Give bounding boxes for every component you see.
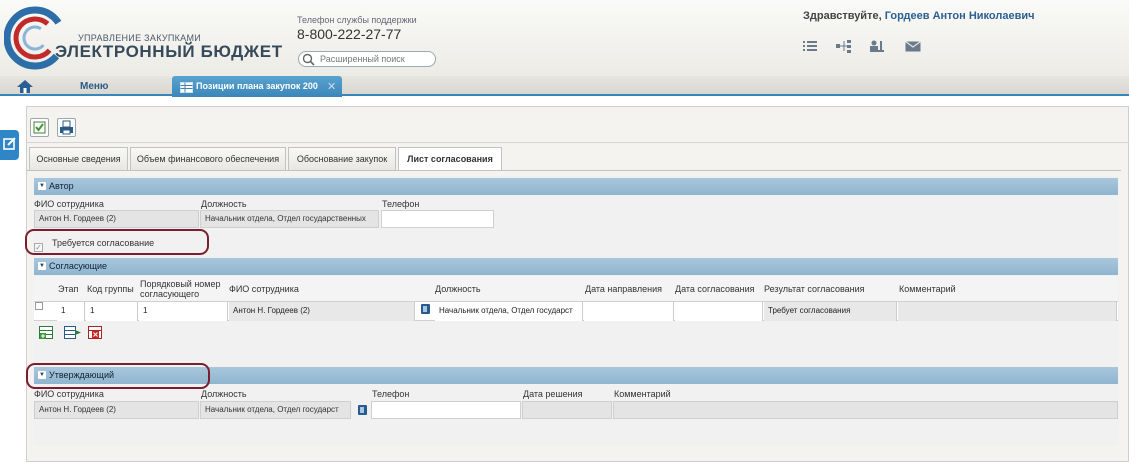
approver-decision-date-field[interactable] bbox=[522, 401, 612, 419]
approver-fio-label: ФИО сотрудника bbox=[34, 389, 104, 399]
tab-procurement-justification[interactable]: Обоснование закупок bbox=[288, 147, 396, 170]
cell-approved-date[interactable] bbox=[675, 302, 763, 321]
author-fio-label: ФИО сотрудника bbox=[34, 199, 104, 209]
author-section-header[interactable]: ▼ Автор bbox=[34, 178, 1118, 195]
col-comment: Комментарий bbox=[899, 284, 956, 294]
author-phone-field[interactable] bbox=[381, 210, 494, 228]
approver-comment-label: Комментарий bbox=[614, 389, 671, 399]
close-tab-icon[interactable]: ✕ bbox=[327, 80, 336, 93]
save-check-icon bbox=[33, 121, 46, 134]
print-icon bbox=[60, 120, 73, 135]
cell-order[interactable]: 1 bbox=[139, 302, 228, 321]
support-phone-number: 8-800-222-27-77 bbox=[297, 26, 402, 42]
approver-position-label: Должность bbox=[201, 389, 247, 399]
toolbar-divider bbox=[26, 142, 1129, 143]
col-fio: ФИО сотрудника bbox=[229, 284, 299, 294]
users-icon[interactable] bbox=[869, 40, 885, 52]
chevron-down-icon[interactable]: ▼ bbox=[38, 182, 46, 190]
search-icon[interactable] bbox=[302, 53, 315, 66]
document-tab-label: Позиции плана закупок 200 bbox=[196, 81, 318, 91]
cell-comment[interactable] bbox=[898, 302, 1117, 321]
author-position-field[interactable]: Начальник отдела, Отдел государственных bbox=[200, 210, 379, 228]
cell-fio[interactable]: Антон Н. Гордеев (2) bbox=[229, 302, 415, 321]
approver-position-field[interactable]: Начальник отдела, Отдел государст bbox=[200, 401, 351, 419]
mail-icon[interactable] bbox=[905, 40, 921, 52]
insert-row-icon[interactable] bbox=[64, 326, 81, 339]
author-phone-label: Телефон bbox=[382, 199, 420, 209]
user-name-link[interactable]: Гордеев Антон Николаевич bbox=[885, 10, 1035, 22]
tab-strip-line bbox=[26, 170, 1121, 171]
highlight-oval bbox=[25, 229, 209, 255]
print-button[interactable] bbox=[57, 118, 76, 137]
search-placeholder: Расширенный поиск bbox=[320, 54, 405, 64]
directory-lookup-icon[interactable] bbox=[358, 405, 367, 415]
logo-title: ЭЛЕКТРОННЫЙ БЮДЖЕТ bbox=[55, 42, 283, 61]
user-greeting: Здравствуйте, Гордеев Антон Николаевич bbox=[803, 10, 1035, 22]
chevron-down-icon[interactable]: ▼ bbox=[38, 262, 46, 270]
approver-fio-field[interactable]: Антон Н. Гордеев (2) bbox=[34, 401, 199, 419]
col-sent-date: Дата направления bbox=[585, 284, 662, 294]
tab-approval-sheet[interactable]: Лист согласования bbox=[398, 147, 502, 171]
delete-row-icon[interactable] bbox=[88, 326, 102, 339]
cell-stage[interactable]: 1 bbox=[57, 302, 85, 321]
structure-icon[interactable] bbox=[836, 40, 852, 53]
author-position-label: Должность bbox=[201, 199, 247, 209]
list-icon[interactable] bbox=[803, 40, 817, 52]
col-group-code: Код группы bbox=[87, 284, 134, 294]
highlight-oval bbox=[26, 363, 210, 389]
approver-phone-label: Телефон bbox=[372, 389, 410, 399]
save-approve-button[interactable] bbox=[30, 118, 49, 137]
edit-icon bbox=[3, 137, 16, 150]
row-select-checkbox[interactable] bbox=[35, 302, 43, 310]
add-row-icon[interactable] bbox=[39, 326, 53, 339]
approver-decision-date-label: Дата решения bbox=[523, 389, 583, 399]
support-phone-label: Телефон службы поддержки bbox=[297, 15, 417, 25]
tab-basic-info[interactable]: Основные сведения bbox=[29, 147, 128, 170]
cell-sent-date[interactable] bbox=[584, 302, 674, 321]
approver-phone-field[interactable] bbox=[371, 401, 521, 419]
cell-position[interactable]: Начальник отдела, Отдел государст bbox=[435, 302, 583, 321]
approvers-section-title: Согласующие bbox=[49, 261, 108, 271]
home-icon[interactable] bbox=[17, 80, 33, 93]
col-approver-order: Порядковый номер согласующего bbox=[140, 279, 221, 299]
document-table-icon bbox=[180, 82, 193, 93]
side-panel-toggle[interactable] bbox=[0, 130, 19, 160]
cell-result[interactable]: Требует согласования bbox=[764, 302, 897, 321]
col-position: Должность bbox=[435, 284, 481, 294]
navigation-bar bbox=[0, 76, 1129, 96]
cell-group-code[interactable]: 1 bbox=[86, 302, 138, 321]
author-fio-field[interactable]: Антон Н. Гордеев (2) bbox=[34, 210, 199, 228]
col-approved-date: Дата согласования bbox=[675, 284, 755, 294]
directory-lookup-icon[interactable] bbox=[421, 304, 430, 314]
col-stage: Этап bbox=[58, 284, 79, 294]
author-section-title: Автор bbox=[49, 181, 74, 191]
menu-link[interactable]: Меню bbox=[80, 81, 108, 92]
tab-financing-volume[interactable]: Объем финансового обеспечения bbox=[130, 147, 286, 170]
approvers-section-header[interactable]: ▼ Согласующие bbox=[34, 258, 1118, 275]
col-result: Результат согласования bbox=[764, 284, 865, 294]
approver-comment-field[interactable] bbox=[613, 401, 1118, 419]
